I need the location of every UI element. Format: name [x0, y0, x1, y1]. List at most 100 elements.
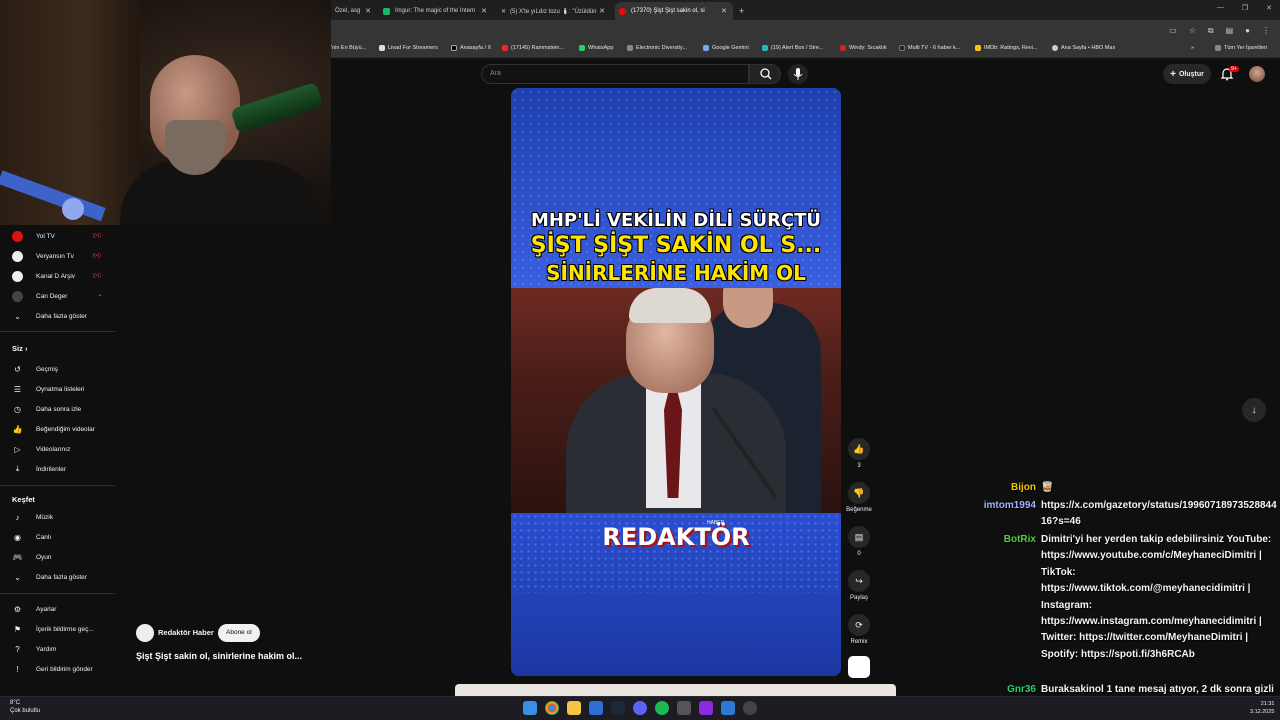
sidebar-item-feedback[interactable]: ! Geri bildirim gönder — [0, 660, 115, 678]
calculator-icon[interactable] — [677, 701, 691, 715]
close-icon[interactable]: ✕ — [721, 7, 727, 15]
channel-avatar — [12, 270, 23, 282]
chevron-down-icon: ⌄ — [14, 311, 21, 321]
tab-x[interactable]: ✕ (5) X'te yıLdız tozu 🕯️: "Üzüldün ✕ — [497, 2, 611, 20]
bookmark-item[interactable]: IMDb: Ratings, Revi... — [975, 45, 1038, 51]
bookmark-item[interactable]: Multi TV - 6 haber k... — [899, 45, 960, 51]
tab-youtube-active[interactable]: (17370) Şişt Şişt sakin ol, si ✕ — [615, 2, 733, 20]
close-icon[interactable]: ✕ — [599, 7, 605, 15]
all-bookmarks[interactable]: Tüm Yer İşaretleri — [1215, 45, 1267, 51]
file-explorer-icon[interactable] — [567, 701, 581, 715]
discord-icon[interactable] — [633, 701, 647, 715]
close-icon[interactable]: ✕ — [365, 7, 371, 15]
chrome-icon[interactable] — [545, 701, 559, 715]
divider — [0, 331, 115, 332]
account-avatar[interactable] — [1249, 66, 1265, 82]
shorts-video-player[interactable]: MHP'Lİ VEKİLİN DİLİ SÜRÇTÜ ŞİŞT ŞİŞT SAK… — [511, 88, 841, 676]
app-icon[interactable] — [721, 701, 735, 715]
extensions-icon[interactable]: ⧉ — [1208, 26, 1214, 36]
bookmark-item[interactable]: WhatsApp — [579, 45, 613, 51]
chat-username: BotRix — [1003, 534, 1036, 545]
spotify-icon[interactable] — [655, 701, 669, 715]
comments-button[interactable]: ▤ 0 — [846, 526, 872, 557]
sidebar-item-settings[interactable]: ⚙ Ayarlar — [0, 600, 115, 618]
obs-app-icon[interactable] — [699, 701, 713, 715]
start-menu-icon[interactable] — [523, 701, 537, 715]
sidebar-item-playlists[interactable]: ☰ Oynatma listeleri — [0, 380, 115, 398]
tab-ozel[interactable]: Özel, asg ✕ — [331, 2, 377, 20]
voice-search-button[interactable] — [788, 64, 808, 84]
dislike-button[interactable]: 👎 Beğenme — [846, 482, 872, 513]
video-icon: ▷ — [14, 444, 21, 454]
sidebar: Yol TV ((•)) Veryansın Tv ((•)) Kanal D Ar… — [0, 225, 115, 695]
bookmark-item[interactable]: Livad For Streamers — [379, 45, 438, 51]
bookmark-item[interactable]: Windy: Sıcaklık — [840, 45, 887, 51]
cast-icon[interactable]: ▭ — [1169, 26, 1177, 36]
profile-icon[interactable]: ● — [1245, 26, 1250, 36]
sidebar-item-watch-later[interactable]: ◷ Daha sonra izle — [0, 400, 115, 418]
menu-icon[interactable]: ⋮ — [1262, 26, 1270, 36]
sidebar-icon[interactable]: ▤ — [1226, 26, 1234, 36]
sidebar-item-can-deger[interactable]: Can Deger • — [0, 287, 115, 305]
sidebar-item-yol-tv[interactable]: Yol TV ((•)) — [0, 227, 115, 245]
create-button[interactable]: + Oluştur — [1163, 64, 1211, 84]
flag-icon: ⚑ — [13, 624, 22, 634]
more-bookmarks-icon[interactable]: » — [1191, 45, 1194, 51]
sidebar-item-liked-videos[interactable]: 👍 Beğendiğim videolar — [0, 420, 115, 438]
bookmark-item[interactable]: 'nin En Büyü... — [331, 45, 366, 51]
bookmark-item[interactable]: (17145) Rammstein... — [502, 45, 564, 51]
audio-thumbnail[interactable] — [848, 656, 870, 678]
sidebar-item-downloads[interactable]: ⤓ İndirilenler — [0, 460, 115, 478]
gamepad-icon: 🎮 — [12, 552, 23, 562]
star-icon[interactable]: ☆ — [1189, 26, 1196, 36]
sidebar-item-history[interactable]: ↺ Geçmiş — [0, 360, 115, 378]
video-caption-line: MHP'Lİ VEKİLİN DİLİ SÜRÇTÜ — [530, 210, 822, 231]
thumbs-up-icon: 👍 — [12, 424, 23, 434]
subscribe-button[interactable]: Abone ol — [218, 624, 260, 642]
you-section-header[interactable]: Siz › — [12, 344, 27, 353]
system-clock[interactable]: 21:31 3.12.2025 — [1250, 700, 1274, 716]
remix-button[interactable]: ⟳ Remix — [846, 614, 872, 645]
steam-icon[interactable] — [611, 701, 625, 715]
app-icon[interactable] — [743, 701, 757, 715]
search-input[interactable]: Ara — [481, 64, 749, 84]
sidebar-item-gaming[interactable]: 🎮 Oyun — [0, 548, 115, 566]
share-button[interactable]: ↪ Paylaş — [846, 570, 872, 601]
bookmark-item[interactable]: Anasayfa / X — [451, 45, 491, 51]
like-button[interactable]: 👍 3 — [846, 438, 872, 469]
close-icon[interactable]: ✕ — [481, 7, 487, 15]
sidebar-item-help[interactable]: ? Yardım — [0, 640, 115, 658]
bookmark-item[interactable]: Electronic Diversity... — [627, 45, 687, 51]
search-button[interactable] — [749, 64, 781, 84]
bookmark-item[interactable]: Google Gemini — [703, 45, 749, 51]
bookmark-item[interactable]: (19) Alert Box / Stre... — [762, 45, 824, 51]
weather-widget[interactable]: 8°C Çok bulutlu — [10, 699, 40, 715]
app-icon[interactable] — [589, 701, 603, 715]
sidebar-explore-more[interactable]: ⌄ Daha fazla göster — [0, 568, 115, 586]
sidebar-show-more[interactable]: ⌄ Daha fazla göster — [0, 307, 115, 325]
bookmark-item[interactable]: Ana Sayfa • HBO Max — [1052, 45, 1115, 51]
video-caption-line: ŞİŞT ŞİŞT SAKİN OL S... — [530, 233, 822, 258]
channel-avatar[interactable] — [136, 624, 154, 642]
sidebar-item-report-history[interactable]: ⚑ İçerik bildirme geç... — [0, 620, 115, 638]
minimize-icon[interactable]: — — [1217, 4, 1224, 12]
sidebar-item-kanal-d-arsiv[interactable]: Kanal D Arşiv ((•)) — [0, 267, 115, 285]
comment-icon: ▤ — [848, 526, 870, 548]
chat-emote-icon: 🥃 — [1041, 482, 1054, 493]
close-window-icon[interactable]: ✕ — [1266, 4, 1272, 12]
sidebar-item-live[interactable]: ◉ Canlı — [0, 528, 115, 546]
live-indicator-icon: ((•)) — [92, 273, 101, 279]
new-tab-button[interactable]: + — [735, 2, 749, 20]
channel-name[interactable]: Redaktör Haber — [158, 628, 214, 637]
next-short-preview[interactable] — [455, 684, 896, 696]
sidebar-item-music[interactable]: ♪ Müzik — [0, 508, 115, 526]
history-icon: ↺ — [14, 364, 21, 374]
next-video-arrow-icon[interactable]: ↓ — [1242, 398, 1266, 422]
channel-avatar — [12, 250, 23, 262]
video-title: Şişt Şişt sakin ol, sinirlerine hakim ol… — [136, 651, 303, 661]
maximize-icon[interactable]: ❐ — [1242, 4, 1248, 12]
sidebar-item-your-videos[interactable]: ▷ Videolarınız — [0, 440, 115, 458]
sidebar-item-veryansin-tv[interactable]: Veryansın Tv ((•)) — [0, 247, 115, 265]
gear-icon: ⚙ — [13, 604, 22, 614]
tab-imgur[interactable]: Imgur: The magic of the Intern ✕ — [379, 2, 493, 20]
